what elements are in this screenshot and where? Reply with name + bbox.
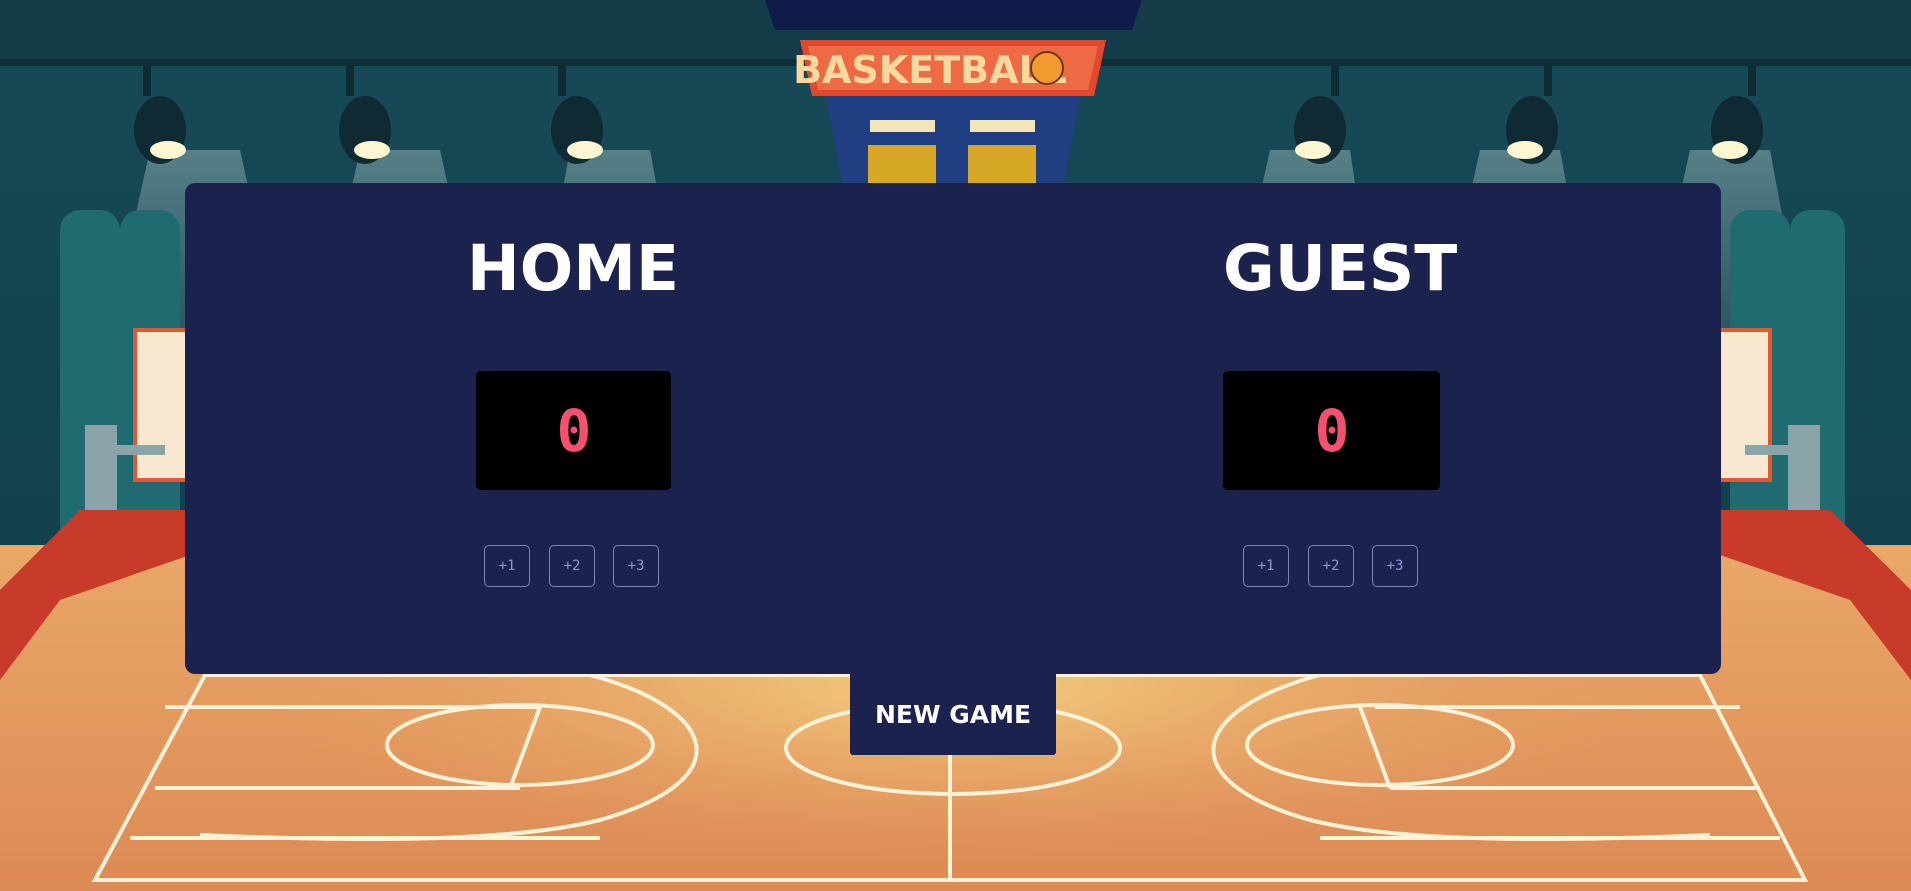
home-add-2-button[interactable]: +2 xyxy=(549,545,595,587)
scoreboard-panel: HOME 0 +1 +2 +3 GUEST 0 +1 +2 +3 xyxy=(185,183,1721,674)
guest-add-2-button[interactable]: +2 xyxy=(1308,545,1354,587)
home-title: HOME xyxy=(466,232,679,305)
banner-text: BASKETBALL xyxy=(793,48,1067,92)
guest-add-1-button[interactable]: +1 xyxy=(1243,545,1289,587)
home-score-display: 0 xyxy=(476,371,671,490)
home-score-digit: 0 xyxy=(556,404,591,458)
guest-score-digit: 0 xyxy=(1314,404,1349,458)
guest-score: 0 xyxy=(1314,404,1349,458)
basketball-icon xyxy=(1030,51,1064,85)
home-score: 0 xyxy=(556,404,591,458)
guest-score-display: 0 xyxy=(1223,371,1440,490)
new-game-button[interactable]: NEW GAME xyxy=(850,674,1056,755)
home-add-1-button[interactable]: +1 xyxy=(484,545,530,587)
guest-add-3-button[interactable]: +3 xyxy=(1372,545,1418,587)
home-add-3-button[interactable]: +3 xyxy=(613,545,659,587)
guest-title: GUEST xyxy=(1223,232,1458,305)
